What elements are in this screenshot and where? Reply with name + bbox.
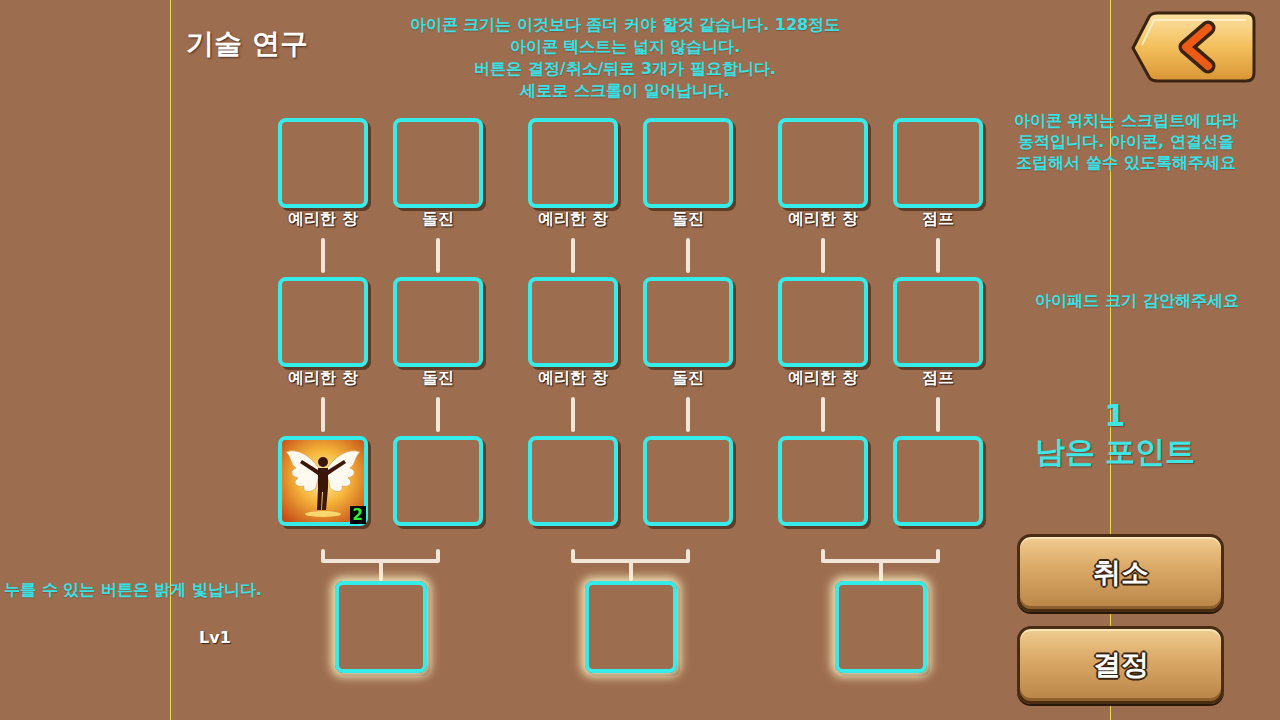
skill-link: 돌진 xyxy=(672,208,704,277)
skill-slot[interactable] xyxy=(778,436,868,526)
skill-label: 예리한 창 xyxy=(788,208,858,230)
skill-slot[interactable] xyxy=(643,436,733,526)
skill-link: 돌진 xyxy=(422,208,454,277)
skill-label: 예리한 창 xyxy=(538,367,608,389)
skill-slot[interactable] xyxy=(393,436,483,526)
skill-slot[interactable] xyxy=(778,118,868,208)
back-arrow-icon xyxy=(1186,28,1208,66)
back-button[interactable] xyxy=(1128,11,1256,83)
skill-label: 돌진 xyxy=(672,367,704,389)
skill-columns: 예리한 창예리한 창돌진돌진 xyxy=(528,118,733,526)
note-line: 아이콘 크기는 이것보다 좀더 커야 할것 같습니다. 128정도 xyxy=(375,14,875,36)
skill-link: 예리한 창 xyxy=(288,367,358,436)
connector-line xyxy=(321,397,325,432)
skill-column: 점프점프 xyxy=(893,118,983,526)
points-label: 남은 포인트 xyxy=(1035,434,1195,470)
skill-column: 예리한 창예리한 창2 xyxy=(278,118,368,526)
skill-link: 점프 xyxy=(922,208,954,277)
design-note: 누를 수 있는 버튼은 밝게 빛납니다. xyxy=(4,579,262,601)
skill-slot[interactable] xyxy=(528,436,618,526)
skill-slot[interactable]: 2 xyxy=(278,436,368,526)
final-skill-slot[interactable] xyxy=(585,581,677,673)
skill-columns: 예리한 창예리한 창점프점프 xyxy=(778,118,983,526)
skill-slot[interactable] xyxy=(278,118,368,208)
final-skill-slot[interactable] xyxy=(835,581,927,673)
skill-label: 점프 xyxy=(922,208,954,230)
skill-label: 예리한 창 xyxy=(788,367,858,389)
skill-group: 예리한 창예리한 창돌진돌진 xyxy=(528,118,733,673)
connector-line xyxy=(436,397,440,432)
skill-slot[interactable] xyxy=(393,277,483,367)
skill-tree: 예리한 창예리한 창2돌진돌진예리한 창예리한 창돌진돌진예리한 창예리한 창점… xyxy=(278,118,983,673)
skill-slot[interactable] xyxy=(528,277,618,367)
note-line: 동적입니다. 아이콘, 연결선을 xyxy=(1000,131,1252,152)
skill-label: 점프 xyxy=(922,367,954,389)
skill-slot[interactable] xyxy=(643,118,733,208)
skill-column: 돌진돌진 xyxy=(393,118,483,526)
screen-title: 기술 연구 xyxy=(186,24,308,64)
connector-line xyxy=(686,238,690,273)
note-line: 아이콘 텍스트는 넓지 않습니다. xyxy=(375,36,875,58)
skill-label: 돌진 xyxy=(422,208,454,230)
level-label: Lv1 xyxy=(199,627,231,649)
connector-line xyxy=(321,238,325,273)
design-note: 아이콘 위치는 스크립트에 따라동적입니다. 아이콘, 연결선을조립해서 쓸수 … xyxy=(1000,110,1252,173)
final-skill-slot[interactable] xyxy=(335,581,427,673)
skill-columns: 예리한 창예리한 창2돌진돌진 xyxy=(278,118,483,526)
skill-link: 예리한 창 xyxy=(788,208,858,277)
skill-slot[interactable] xyxy=(643,277,733,367)
remaining-points: 1남은 포인트 xyxy=(1005,398,1225,470)
skill-slot[interactable] xyxy=(528,118,618,208)
skill-slot[interactable] xyxy=(778,277,868,367)
connector-line xyxy=(436,238,440,273)
skill-link: 돌진 xyxy=(422,367,454,436)
connector-line xyxy=(686,397,690,432)
note-line: 버튼은 결정/취소/뒤로 3개가 필요합니다. xyxy=(375,58,875,80)
bracket-connector xyxy=(778,526,983,581)
bracket-connector xyxy=(528,526,733,581)
connector-line xyxy=(936,397,940,432)
points-value: 1 xyxy=(1105,398,1126,434)
skill-slot[interactable] xyxy=(278,277,368,367)
skill-group: 예리한 창예리한 창2돌진돌진 xyxy=(278,118,483,673)
skill-slot[interactable] xyxy=(893,118,983,208)
confirm-button[interactable]: 결정 xyxy=(1017,626,1224,704)
action-buttons: 취소결정 xyxy=(1017,534,1224,704)
note-line: 아이콘 위치는 스크립트에 따라 xyxy=(1000,110,1252,131)
guide-line xyxy=(1110,0,1111,720)
skill-column: 돌진돌진 xyxy=(643,118,733,526)
skill-link: 점프 xyxy=(922,367,954,436)
skill-level-badge: 2 xyxy=(350,506,366,524)
skill-label: 예리한 창 xyxy=(538,208,608,230)
skill-group: 예리한 창예리한 창점프점프 xyxy=(778,118,983,673)
design-note: 아이패드 크기 감안해주세요 xyxy=(1012,290,1262,312)
skill-slot[interactable] xyxy=(893,436,983,526)
connector-line xyxy=(571,238,575,273)
skill-label: 돌진 xyxy=(422,367,454,389)
skill-slot[interactable] xyxy=(893,277,983,367)
design-note: 아이콘 크기는 이것보다 좀더 커야 할것 같습니다. 128정도아이콘 텍스트… xyxy=(375,14,875,102)
skill-link: 예리한 창 xyxy=(288,208,358,277)
connector-line xyxy=(571,397,575,432)
skill-label: 예리한 창 xyxy=(288,367,358,389)
connector-line xyxy=(936,238,940,273)
skill-link: 예리한 창 xyxy=(538,367,608,436)
skill-column: 예리한 창예리한 창 xyxy=(778,118,868,526)
note-line: 조립해서 쓸수 있도록해주세요 xyxy=(1000,152,1252,173)
skill-link: 돌진 xyxy=(672,367,704,436)
guide-line xyxy=(170,0,171,720)
cancel-button[interactable]: 취소 xyxy=(1017,534,1224,612)
skill-column: 예리한 창예리한 창 xyxy=(528,118,618,526)
skill-label: 예리한 창 xyxy=(288,208,358,230)
bracket-connector xyxy=(278,526,483,581)
note-line: 세로로 스크롤이 일어납니다. xyxy=(375,80,875,102)
connector-line xyxy=(821,397,825,432)
skill-link: 예리한 창 xyxy=(788,367,858,436)
skill-label: 돌진 xyxy=(672,208,704,230)
skill-slot[interactable] xyxy=(393,118,483,208)
connector-line xyxy=(821,238,825,273)
skill-link: 예리한 창 xyxy=(538,208,608,277)
